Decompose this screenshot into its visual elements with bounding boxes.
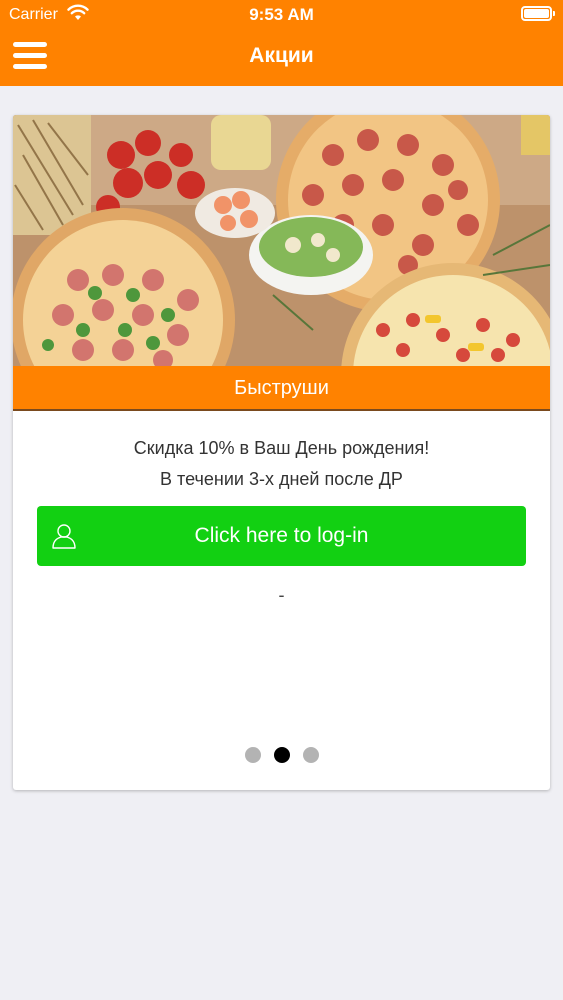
promo-title-banner: Быструши	[13, 366, 550, 411]
navigation-bar: Carrier 9:53 AM Акции	[0, 0, 563, 86]
status-time: 9:53 AM	[249, 5, 314, 24]
login-button-label: Click here to log-in	[194, 524, 369, 547]
battery-icon	[521, 6, 555, 21]
page-title: Акции	[249, 44, 314, 67]
promo-description: Скидка 10% в Ваш День рождения! В течени…	[13, 433, 550, 495]
page-dot-1[interactable]	[244, 747, 261, 763]
user-icon	[52, 524, 76, 549]
status-bar: Carrier 9:53 AM	[0, 0, 563, 30]
pizza-photo	[13, 115, 550, 366]
promo-description-line2: В течении 3-х дней после ДР	[160, 469, 403, 489]
page-dot-3[interactable]	[302, 747, 319, 763]
promo-note: -	[278, 585, 285, 605]
login-button[interactable]: Click here to log-in	[37, 506, 526, 566]
promo-description-line1: Скидка 10% в Ваш День рождения!	[133, 438, 430, 458]
page-indicator	[13, 747, 550, 763]
page-dot-2[interactable]	[273, 747, 290, 763]
promo-card: Быструши Скидка 10% в Ваш День рождения!…	[13, 115, 550, 790]
